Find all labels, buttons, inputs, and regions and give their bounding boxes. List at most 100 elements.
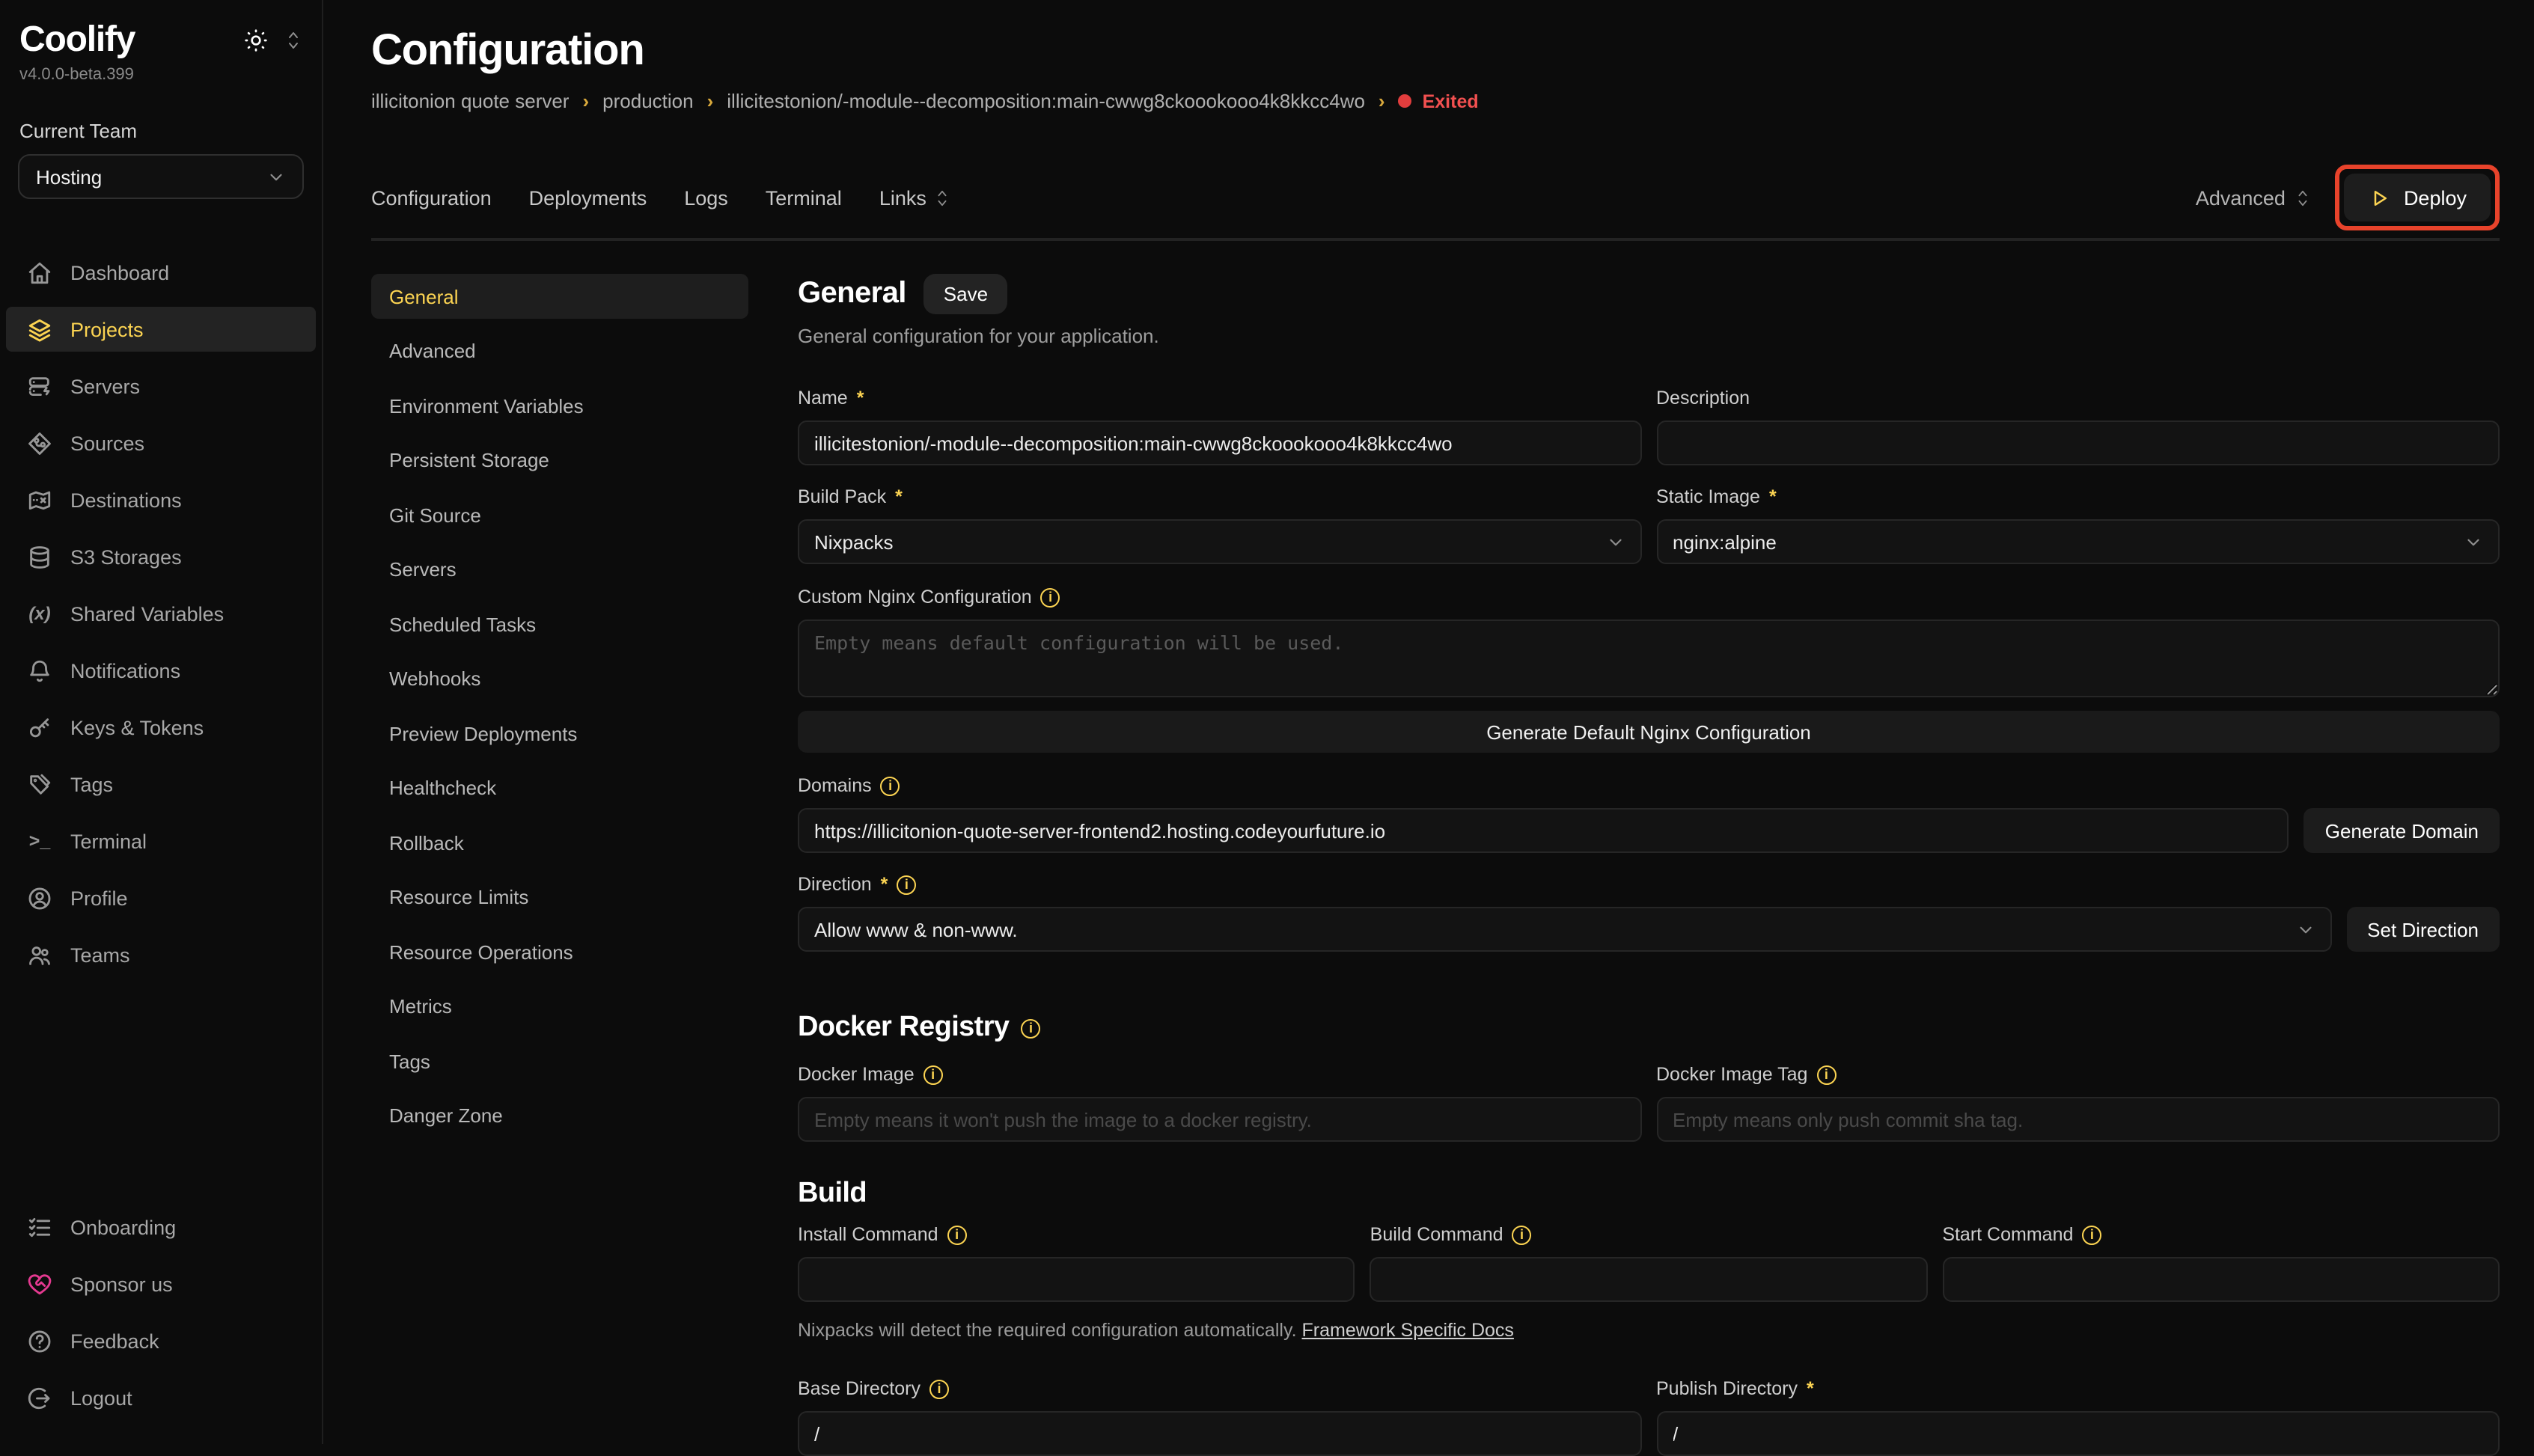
generate-domain-button[interactable]: Generate Domain	[2304, 808, 2500, 853]
domains-input[interactable]	[798, 808, 2289, 853]
name-input[interactable]	[798, 420, 1641, 465]
info-icon[interactable]	[2082, 1225, 2101, 1244]
home-icon	[27, 260, 52, 285]
sidebar-item-notifications[interactable]: Notifications	[6, 648, 316, 693]
info-icon[interactable]	[1512, 1225, 1532, 1244]
sidebar-item-terminal[interactable]: Terminal	[6, 819, 316, 863]
sidebar-item-profile[interactable]: Profile	[6, 875, 316, 920]
advanced-dropdown[interactable]: Advanced	[2196, 186, 2311, 209]
subnav-item-danger-zone[interactable]: Danger Zone	[371, 1093, 748, 1138]
tab-deployments[interactable]: Deployments	[529, 186, 647, 209]
subnav-item-rollback[interactable]: Rollback	[371, 820, 748, 865]
sidebar-item-label: Feedback	[70, 1330, 159, 1352]
info-icon[interactable]	[929, 1379, 949, 1398]
app-logo: Coolify	[19, 18, 135, 63]
sidebar-item-destinations[interactable]: Destinations	[6, 477, 316, 522]
direction-label: Direction	[798, 874, 872, 895]
required-mark: *	[881, 874, 888, 895]
sidebar-item-tags[interactable]: Tags	[6, 762, 316, 807]
subnav-item-metrics[interactable]: Metrics	[371, 984, 748, 1029]
generate-nginx-button[interactable]: Generate Default Nginx Configuration	[798, 711, 2500, 753]
docker-image-tag-input[interactable]	[1656, 1097, 2500, 1142]
base-directory-field-group: Base Directory	[798, 1377, 1641, 1456]
deploy-button-label: Deploy	[2404, 186, 2467, 209]
subnav-item-healthcheck[interactable]: Healthcheck	[371, 765, 748, 810]
info-icon[interactable]	[923, 1065, 943, 1084]
set-direction-button[interactable]: Set Direction	[2346, 907, 2500, 952]
deploy-button[interactable]: Deploy	[2344, 174, 2491, 221]
info-icon[interactable]	[897, 875, 916, 894]
sidebar-item-label: Sponsor us	[70, 1273, 173, 1295]
subnav-item-resource-operations[interactable]: Resource Operations	[371, 929, 748, 974]
sidebar-item-sources[interactable]: Sources	[6, 420, 316, 465]
info-icon[interactable]	[1816, 1065, 1836, 1084]
terminal-icon	[27, 828, 52, 854]
build-pack-select[interactable]: Nixpacks	[798, 519, 1641, 564]
subnav-item-tags[interactable]: Tags	[371, 1039, 748, 1083]
deploy-annotation-highlight: Deploy	[2335, 165, 2500, 230]
main-area: Configuration illicitonion quote server …	[323, 0, 2534, 1444]
subnav-item-git-source[interactable]: Git Source	[371, 492, 748, 537]
subnav-item-general[interactable]: General	[371, 274, 748, 319]
save-button[interactable]: Save	[924, 274, 1007, 314]
chevron-down-icon	[266, 167, 286, 186]
theme-select-chevrons-icon[interactable]	[284, 30, 302, 51]
theme-toggle-sun-icon[interactable]	[244, 28, 268, 52]
tab-links-label: Links	[879, 186, 926, 209]
chevron-separator: ›	[707, 90, 714, 112]
build-command-label: Build Command	[1370, 1224, 1503, 1245]
info-icon[interactable]	[881, 776, 900, 795]
sidebar-item-feedback[interactable]: Feedback	[6, 1318, 316, 1363]
tab-links[interactable]: Links	[879, 186, 950, 209]
subnav-item-preview-deployments[interactable]: Preview Deployments	[371, 711, 748, 756]
subnav-item-webhooks[interactable]: Webhooks	[371, 656, 748, 701]
docker-registry-heading: Docker Registry	[798, 1012, 2500, 1044]
team-select[interactable]: Hosting	[18, 154, 304, 199]
sidebar-item-sponsor[interactable]: Sponsor us	[6, 1261, 316, 1306]
sidebar-item-onboarding[interactable]: Onboarding	[6, 1205, 316, 1249]
tab-configuration[interactable]: Configuration	[371, 186, 492, 209]
info-icon[interactable]	[947, 1225, 967, 1244]
build-command-input[interactable]	[1370, 1257, 1928, 1302]
status-dot-icon	[1399, 94, 1412, 108]
publish-directory-input[interactable]	[1656, 1411, 2500, 1456]
framework-docs-link[interactable]: Framework Specific Docs	[1302, 1320, 1514, 1341]
base-directory-input[interactable]	[798, 1411, 1641, 1456]
breadcrumb-environment[interactable]: production	[602, 90, 693, 112]
sidebar-item-label: Logout	[70, 1386, 132, 1409]
sidebar-item-servers[interactable]: Servers	[6, 364, 316, 409]
subnav-item-persistent-storage[interactable]: Persistent Storage	[371, 438, 748, 483]
sidebar-item-keys-tokens[interactable]: Keys & Tokens	[6, 705, 316, 750]
app-version: v4.0.0-beta.399	[0, 66, 322, 84]
start-command-input[interactable]	[1942, 1257, 2500, 1302]
coolify-app: Coolify v4.0.0-beta.399 Current Team Hos…	[0, 0, 2534, 1444]
subnav-item-resource-limits[interactable]: Resource Limits	[371, 875, 748, 920]
nginx-config-textarea[interactable]	[798, 620, 2500, 697]
sidebar-item-logout[interactable]: Logout	[6, 1375, 316, 1420]
tab-terminal[interactable]: Terminal	[766, 186, 842, 209]
subnav-item-servers[interactable]: Servers	[371, 547, 748, 592]
nginx-label: Custom Nginx Configuration	[798, 587, 1032, 608]
info-icon[interactable]	[1041, 587, 1060, 607]
sidebar-item-s3-storages[interactable]: S3 Storages	[6, 534, 316, 579]
breadcrumb-project[interactable]: illicitonion quote server	[371, 90, 569, 112]
breadcrumb-resource[interactable]: illicitestonion/-module--decomposition:m…	[727, 90, 1365, 112]
static-image-select[interactable]: nginx:alpine	[1656, 519, 2500, 564]
tab-logs[interactable]: Logs	[684, 186, 728, 209]
docker-image-input[interactable]	[798, 1097, 1641, 1142]
required-mark: *	[895, 486, 903, 507]
direction-select[interactable]: Allow www & non-www.	[798, 907, 2331, 952]
install-command-input[interactable]	[798, 1257, 1355, 1302]
subnav-item-advanced[interactable]: Advanced	[371, 328, 748, 373]
subnav-item-environment-variables[interactable]: Environment Variables	[371, 383, 748, 428]
sidebar-item-dashboard[interactable]: Dashboard	[6, 250, 316, 295]
description-input[interactable]	[1656, 420, 2500, 465]
sidebar-item-shared-variables[interactable]: Shared Variables	[6, 591, 316, 636]
info-icon[interactable]	[1021, 1018, 1040, 1038]
sidebar-item-teams[interactable]: Teams	[6, 932, 316, 977]
direction-value: Allow www & non-www.	[814, 918, 1018, 940]
page-title: Configuration	[371, 24, 2500, 78]
subnav-item-scheduled-tasks[interactable]: Scheduled Tasks	[371, 602, 748, 646]
sidebar-item-projects[interactable]: Projects	[6, 307, 316, 352]
required-mark: *	[1807, 1378, 1814, 1399]
